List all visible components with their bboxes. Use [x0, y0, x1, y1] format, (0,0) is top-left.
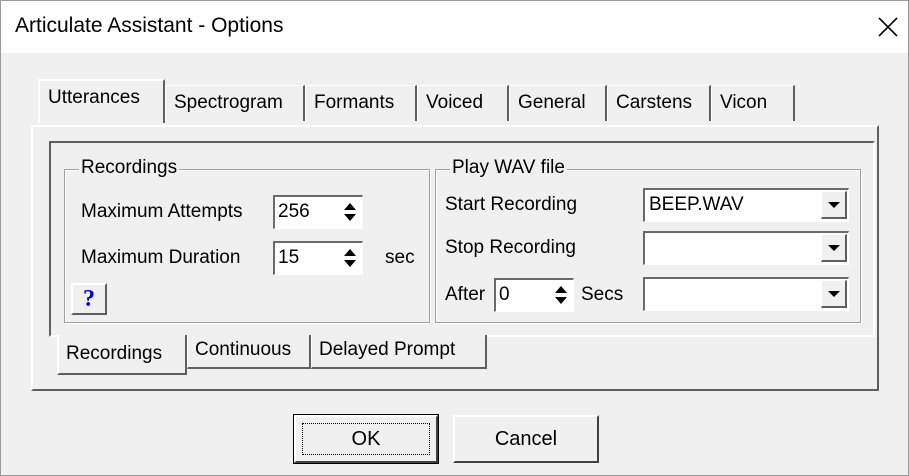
- focus-rectangle: [302, 423, 430, 455]
- tab-utterances[interactable]: Utterances: [38, 79, 165, 123]
- tab-label: General: [518, 92, 586, 113]
- max-attempts-value: 256: [278, 201, 310, 222]
- tab-label: Formants: [314, 92, 395, 113]
- tab-carstens[interactable]: Carstens: [607, 85, 711, 121]
- duration-unit-label: sec: [385, 247, 415, 268]
- max-duration-value: 15: [278, 247, 300, 268]
- ok-button[interactable]: OK: [293, 414, 439, 464]
- tab-recordings[interactable]: Recordings: [57, 335, 187, 375]
- tab-label: Utterances: [48, 87, 140, 108]
- tab-label: Delayed Prompt: [319, 339, 456, 360]
- dropdown-button[interactable]: [821, 280, 847, 308]
- close-icon[interactable]: [874, 13, 902, 41]
- tab-formants[interactable]: Formants: [305, 85, 417, 121]
- recordings-group: Recordings: [64, 157, 430, 323]
- tab-label: Continuous: [195, 339, 292, 360]
- tab-label: Carstens: [616, 92, 693, 113]
- title-bar[interactable]: Articulate Assistant - Options: [1, 1, 908, 53]
- cancel-label: Cancel: [494, 428, 558, 450]
- stop-recording-label: Stop Recording: [445, 237, 576, 258]
- after-label: After: [445, 284, 486, 305]
- tab-label: Vicon: [720, 92, 768, 113]
- chevron-down-icon: [828, 202, 840, 208]
- tab-vicon[interactable]: Vicon: [711, 85, 795, 121]
- start-recording-value: BEEP.WAV: [649, 194, 744, 215]
- tab-spectrogram[interactable]: Spectrogram: [165, 85, 305, 121]
- max-duration-label: Maximum Duration: [81, 247, 241, 268]
- tab-label: Recordings: [66, 343, 163, 364]
- window-title: Articulate Assistant - Options: [15, 14, 284, 37]
- after-secs-stepper[interactable]: 0: [494, 278, 574, 312]
- tab-voiced[interactable]: Voiced: [417, 85, 509, 121]
- help-button[interactable]: ?: [71, 283, 107, 315]
- start-recording-select[interactable]: BEEP.WAV: [643, 188, 849, 222]
- tab-label: Spectrogram: [174, 92, 283, 113]
- cancel-button[interactable]: Cancel: [453, 415, 599, 463]
- spin-arrows-icon[interactable]: [340, 245, 360, 271]
- max-attempts-label: Maximum Attempts: [81, 201, 243, 222]
- stop-recording-select[interactable]: [643, 231, 849, 265]
- after-wav-select[interactable]: [643, 277, 849, 311]
- recordings-legend: Recordings: [79, 157, 180, 179]
- start-recording-label: Start Recording: [445, 194, 578, 215]
- after-secs-value: 0: [499, 284, 510, 305]
- chevron-down-icon: [828, 245, 840, 251]
- max-attempts-stepper[interactable]: 256: [273, 195, 363, 229]
- max-duration-stepper[interactable]: 15: [273, 241, 363, 275]
- tab-general[interactable]: General: [509, 85, 607, 121]
- options-dialog: Articulate Assistant - Options Utterance…: [0, 0, 909, 476]
- help-icon: ?: [83, 286, 95, 312]
- tab-label: Voiced: [426, 92, 484, 113]
- tab-continuous[interactable]: Continuous: [187, 335, 311, 369]
- play-wav-legend: Play WAV file: [450, 157, 567, 179]
- dropdown-button[interactable]: [821, 234, 847, 262]
- secs-label: Secs: [581, 284, 624, 305]
- spin-arrows-icon[interactable]: [340, 199, 360, 225]
- dropdown-button[interactable]: [821, 191, 847, 219]
- spin-arrows-icon[interactable]: [551, 282, 571, 308]
- tab-delayed-prompt[interactable]: Delayed Prompt: [311, 335, 487, 369]
- chevron-down-icon: [828, 291, 840, 297]
